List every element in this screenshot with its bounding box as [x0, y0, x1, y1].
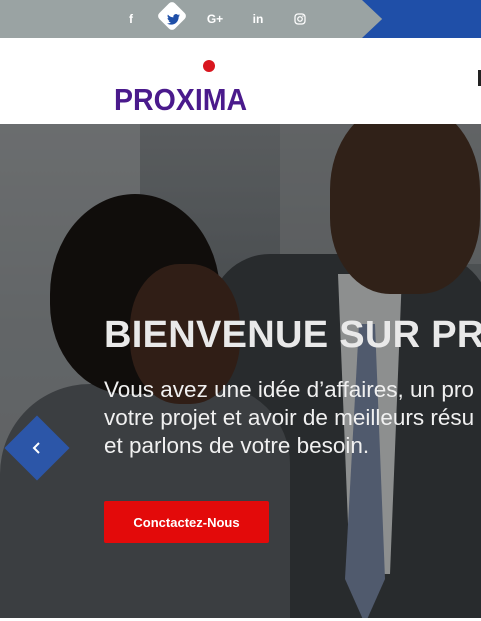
- instagram-icon[interactable]: [290, 0, 310, 38]
- logo-text: PROXIMA: [114, 82, 248, 117]
- chevron-left-icon: [32, 442, 40, 454]
- facebook-icon[interactable]: f: [122, 0, 140, 38]
- contact-us-button[interactable]: Conctactez-Nous: [104, 501, 269, 543]
- hero-text-line: Vous avez une idée d’affaires, un pro: [104, 377, 474, 402]
- logo-dot: [203, 60, 215, 72]
- twitter-icon[interactable]: [158, 0, 188, 38]
- hero-overlay: [0, 124, 481, 618]
- hero-title: BIENVENUE SUR PRO: [104, 314, 481, 356]
- social-bar-accent: [390, 0, 481, 38]
- hero-text-line: et parlons de votre besoin.: [104, 433, 370, 458]
- social-bar: f G+ in: [0, 0, 481, 38]
- google-plus-icon[interactable]: G+: [202, 0, 228, 38]
- hero-slider: BIENVENUE SUR PRO Vous avez une idée d’a…: [0, 124, 481, 618]
- hero-text-line: votre projet et avoir de meilleurs résu: [104, 405, 475, 430]
- hero-text: Vous avez une idée d’affaires, un pro vo…: [104, 376, 481, 460]
- linkedin-icon[interactable]: in: [248, 0, 268, 38]
- site-header: PROXIMA: [0, 38, 481, 125]
- social-bar-accent-arrow: [362, 0, 390, 38]
